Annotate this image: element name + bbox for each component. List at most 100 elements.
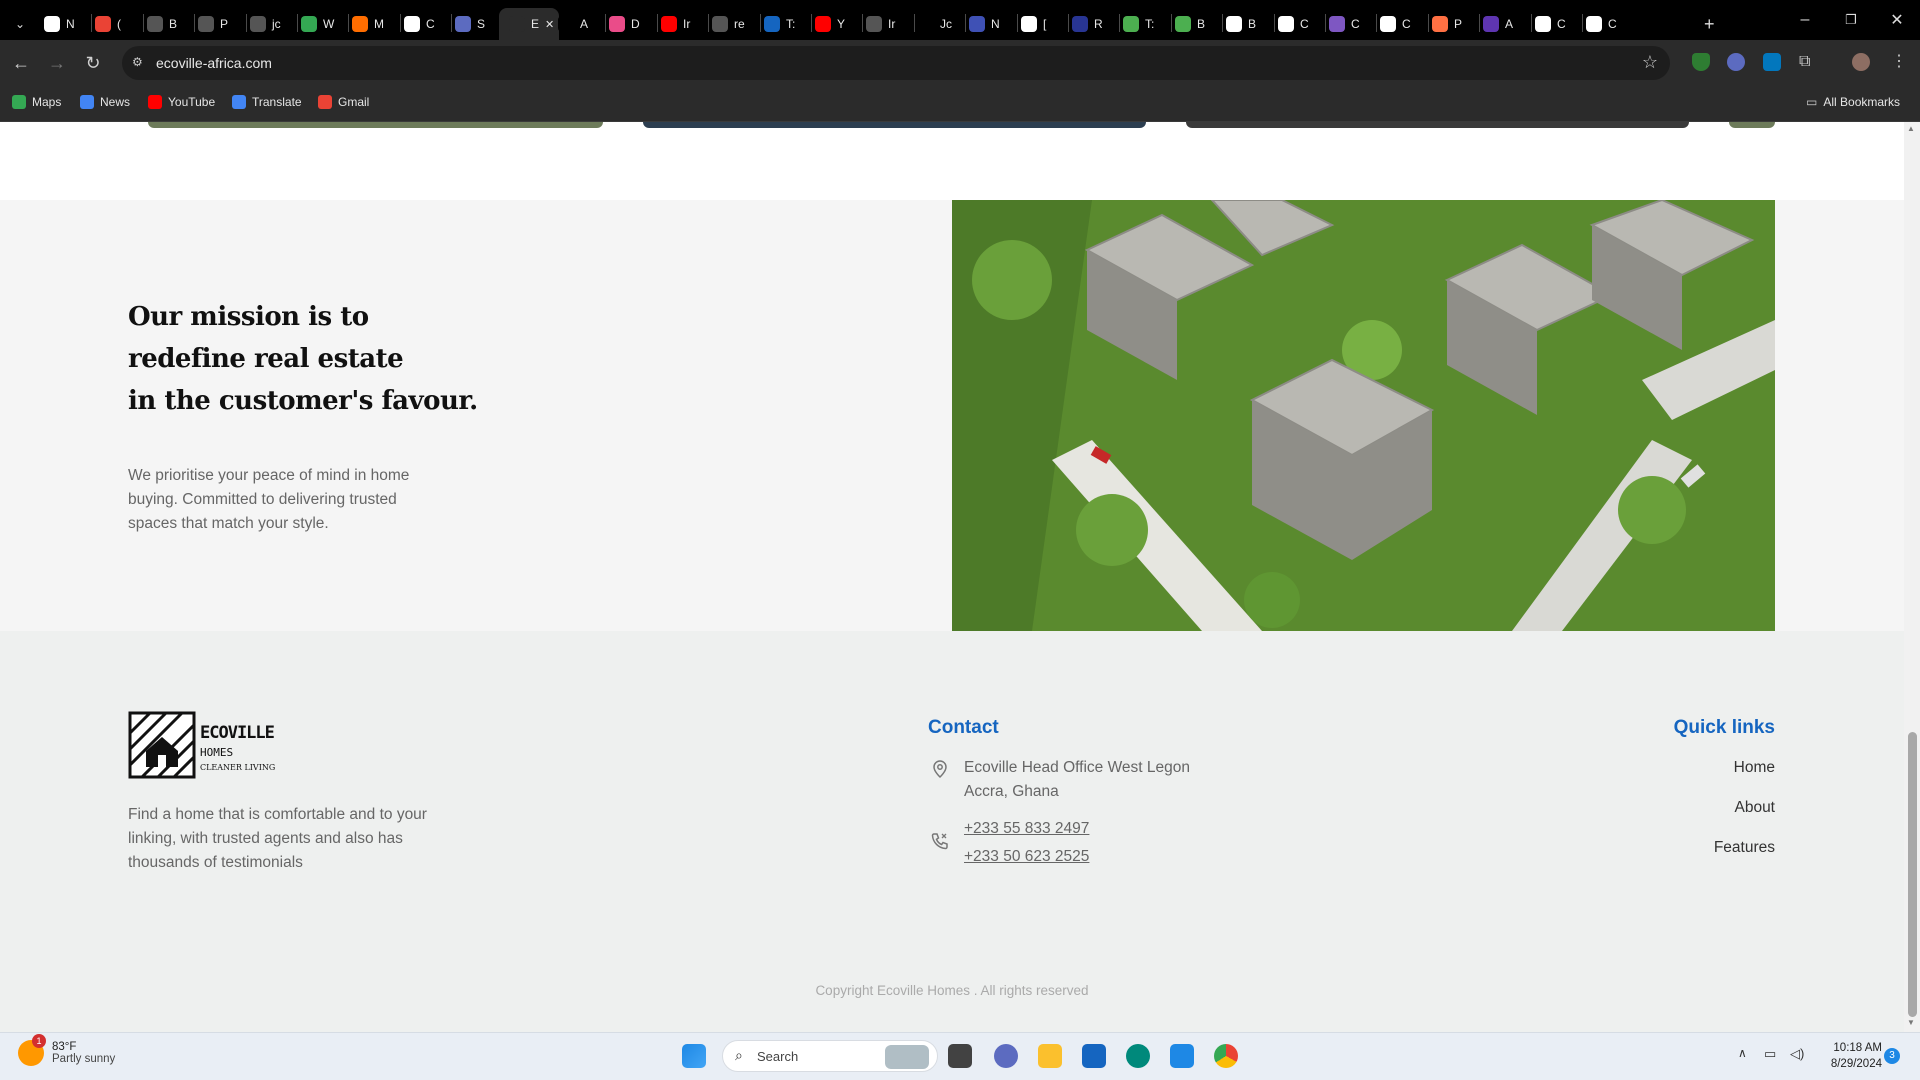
tab-label: T: xyxy=(1145,17,1155,31)
browser-tab[interactable]: C xyxy=(404,8,448,40)
vscode-icon[interactable] xyxy=(1170,1044,1194,1068)
chrome-icon[interactable] xyxy=(1214,1044,1238,1068)
search-highlight-icon xyxy=(885,1045,929,1069)
bookmark-youtube[interactable]: YouTube xyxy=(148,95,215,109)
bookmark-news[interactable]: News xyxy=(80,95,130,109)
copyright-text: Copyright Ecoville Homes . All rights re… xyxy=(815,983,1089,998)
edge-icon[interactable] xyxy=(1126,1044,1150,1068)
browser-tab[interactable]: C xyxy=(1586,8,1630,40)
tab-separator xyxy=(194,14,195,32)
browser-tab[interactable]: P xyxy=(198,8,242,40)
reload-icon[interactable]: ↻ xyxy=(80,50,106,76)
logo-tagline: CLEANER LIVING xyxy=(200,763,276,772)
bookmark-gmail[interactable]: Gmail xyxy=(318,95,369,109)
browser-tab[interactable]: N xyxy=(44,8,88,40)
property-card-edge[interactable] xyxy=(1729,122,1775,128)
browser-tab[interactable]: A xyxy=(1483,8,1527,40)
browser-tab[interactable]: Ir xyxy=(866,8,910,40)
property-card-edge[interactable] xyxy=(1186,122,1689,128)
browser-tab[interactable]: Ir xyxy=(661,8,705,40)
browser-tab[interactable]: N xyxy=(969,8,1013,40)
browser-tab[interactable]: re xyxy=(712,8,756,40)
site-info-icon[interactable]: ⚙ xyxy=(132,55,148,71)
tab-close-icon[interactable]: ✕ xyxy=(545,18,554,31)
taskbar-search[interactable]: ⌕ Search xyxy=(722,1040,938,1072)
notification-badge[interactable]: 3 xyxy=(1884,1048,1900,1064)
browser-tab[interactable]: S xyxy=(455,8,499,40)
gmail-icon xyxy=(318,95,332,109)
scroll-up-icon[interactable]: ▲ xyxy=(1907,124,1915,133)
browser-tab[interactable]: Y xyxy=(815,8,859,40)
quick-link-about[interactable]: About xyxy=(1734,799,1775,817)
browser-tab[interactable]: jc xyxy=(250,8,294,40)
browser-tab[interactable]: T: xyxy=(1123,8,1167,40)
scroll-down-icon[interactable]: ▼ xyxy=(1907,1018,1915,1027)
network-icon[interactable]: ▭ xyxy=(1764,1046,1776,1062)
tab-active[interactable]: E ✕ xyxy=(499,8,559,40)
browser-tab[interactable]: ( xyxy=(95,8,139,40)
tab-label: Jc xyxy=(940,17,952,31)
scrollbar-thumb[interactable] xyxy=(1908,732,1917,1017)
aerial-housing-image xyxy=(952,200,1775,631)
browser-tab[interactable]: [ xyxy=(1021,8,1065,40)
property-card-edge[interactable] xyxy=(148,122,603,128)
weather-widget[interactable]: 1 83°F Partly sunny xyxy=(18,1034,115,1066)
browser-tab[interactable]: B xyxy=(1226,8,1270,40)
browser-tab[interactable]: Jc xyxy=(918,8,962,40)
taskbar-clock[interactable]: 10:18 AM 8/29/2024 xyxy=(1831,1040,1882,1072)
quick-link-home[interactable]: Home xyxy=(1734,759,1775,777)
teams-chat-icon[interactable] xyxy=(994,1044,1018,1068)
all-bookmarks[interactable]: ▭ All Bookmarks xyxy=(1806,95,1900,109)
back-icon[interactable]: ← xyxy=(8,50,34,76)
profile-avatar[interactable] xyxy=(1852,53,1870,71)
page-scrollbar[interactable]: ▲ ▼ xyxy=(1904,122,1920,1032)
browser-tab[interactable]: C xyxy=(1535,8,1579,40)
property-card-edge[interactable] xyxy=(643,122,1146,128)
menu-kebab-icon[interactable]: ⋮ xyxy=(1890,53,1908,71)
bookmark-translate[interactable]: Translate xyxy=(232,95,302,109)
minimize-icon[interactable]: – xyxy=(1782,0,1828,40)
browser-tab[interactable]: A xyxy=(558,8,602,40)
tab-separator xyxy=(965,14,966,32)
volume-icon[interactable]: ◁) xyxy=(1790,1046,1804,1062)
file-explorer-icon[interactable] xyxy=(1038,1044,1062,1068)
store-icon[interactable] xyxy=(1082,1044,1106,1068)
phone-link-2[interactable]: +233 50 623 2525 xyxy=(964,848,1089,866)
tab-favicon-icon xyxy=(1432,16,1448,32)
tab-search-button[interactable]: ⌄ xyxy=(8,8,32,40)
bookmark-star-icon[interactable]: ☆ xyxy=(1642,52,1658,73)
phone-link-1[interactable]: +233 55 833 2497 xyxy=(964,820,1089,838)
browser-tab[interactable]: T: xyxy=(764,8,808,40)
extension-shield-icon[interactable] xyxy=(1692,53,1710,71)
tray-chevron-icon[interactable]: ∧ xyxy=(1738,1046,1747,1060)
tab-label: C xyxy=(1557,17,1566,31)
extensions-puzzle-icon[interactable]: ⧉ xyxy=(1799,53,1817,71)
tab-favicon-icon xyxy=(661,16,677,32)
new-tab-button[interactable]: + xyxy=(1704,8,1724,40)
extension-icon[interactable] xyxy=(1763,53,1781,71)
close-window-icon[interactable]: ✕ xyxy=(1874,0,1920,40)
browser-tab[interactable]: B xyxy=(1175,8,1219,40)
browser-tab[interactable]: R xyxy=(1072,8,1116,40)
browser-tab[interactable]: C xyxy=(1278,8,1322,40)
task-view-icon[interactable] xyxy=(948,1044,972,1068)
browser-tab[interactable]: D xyxy=(609,8,653,40)
forward-icon[interactable]: → xyxy=(44,50,70,76)
browser-tab[interactable]: C xyxy=(1329,8,1373,40)
bookmark-maps[interactable]: Maps xyxy=(12,95,61,109)
start-windows-icon[interactable] xyxy=(682,1044,706,1068)
browser-tab[interactable]: M xyxy=(352,8,396,40)
restore-icon[interactable]: ❐ xyxy=(1828,0,1874,40)
browser-tab[interactable]: W xyxy=(301,8,345,40)
browser-tab[interactable]: P xyxy=(1432,8,1476,40)
address-bar[interactable]: ⚙ ecoville-africa.com ☆ xyxy=(122,46,1670,80)
browser-tab[interactable]: C xyxy=(1380,8,1424,40)
browser-tab[interactable]: B xyxy=(147,8,191,40)
tab-label: R xyxy=(1094,17,1103,31)
tab-label: C xyxy=(1300,17,1309,31)
quick-link-features[interactable]: Features xyxy=(1714,839,1775,857)
tab-label: P xyxy=(220,17,229,31)
ecoville-logo[interactable]: ECOVILLE HOMES CLEANER LIVING xyxy=(128,711,278,781)
tab-separator xyxy=(1325,14,1326,32)
extension-icon[interactable] xyxy=(1727,53,1745,71)
